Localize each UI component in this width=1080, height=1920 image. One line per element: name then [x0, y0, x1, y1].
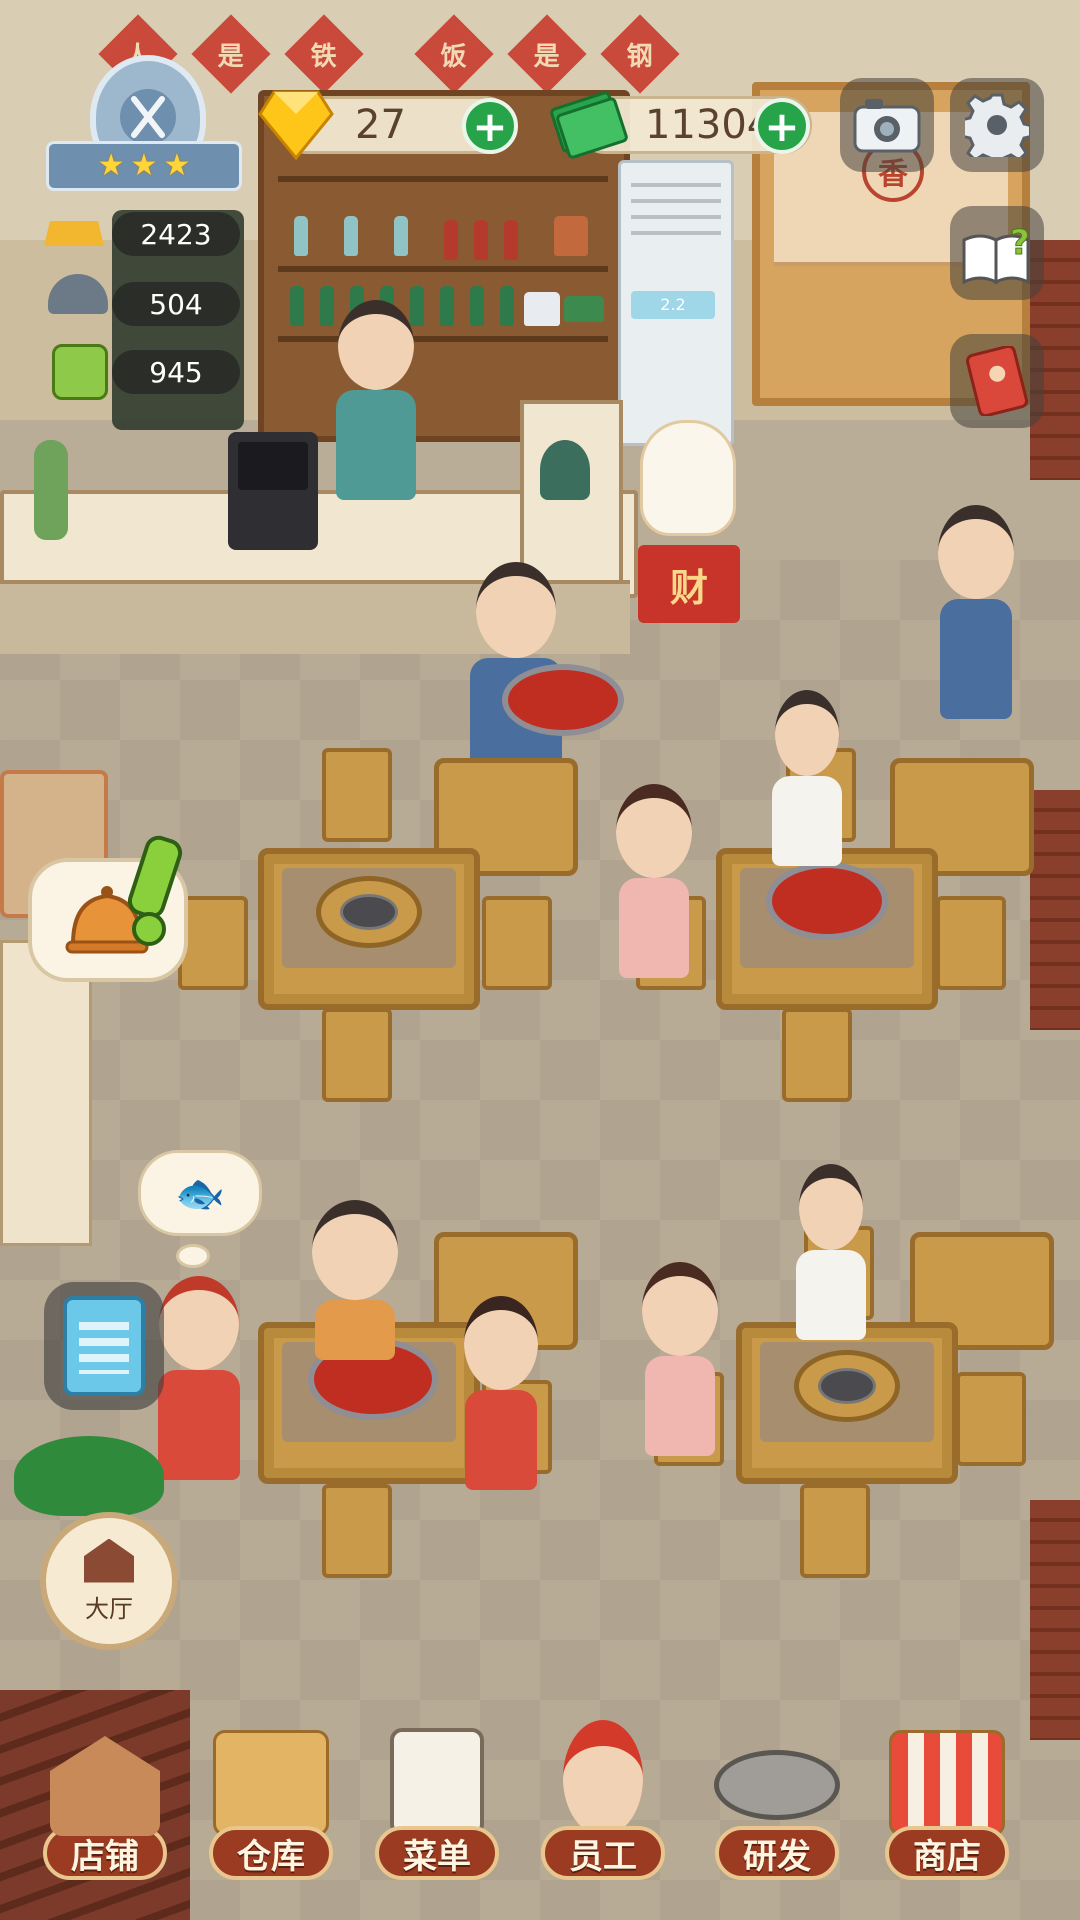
restaurant-rank-badge[interactable]: ★ ★ ★ — [46, 55, 242, 195]
chef-npc — [158, 1276, 240, 1480]
star-icon: ★ — [163, 148, 191, 183]
pillar — [1030, 1500, 1080, 1740]
air-conditioner: 2.2 — [618, 160, 734, 446]
help-book-button[interactable]: ? — [950, 206, 1044, 300]
camera-icon — [853, 99, 921, 153]
recipe-book-icon — [52, 344, 108, 400]
star-rating: ★ ★ ★ — [46, 141, 242, 191]
lucky-cat — [640, 420, 736, 536]
customer-npc — [642, 1262, 718, 1456]
red-book-icon — [965, 346, 1029, 416]
customer-npc — [464, 1296, 538, 1490]
nav-menu[interactable]: 菜单 — [362, 1700, 512, 1880]
aircon-display: 2.2 — [631, 291, 715, 319]
recipes-stat: 945 — [112, 350, 240, 394]
hall-button[interactable]: 大厅 — [40, 1512, 178, 1650]
fortune-box: 财 — [638, 545, 740, 623]
exclamation-dot — [132, 912, 166, 946]
shop-house-icon — [50, 1736, 160, 1836]
clipboard-icon — [63, 1296, 145, 1396]
gold-stat: 2423 — [112, 212, 240, 256]
box-icon — [213, 1730, 329, 1836]
hall-icon — [84, 1538, 134, 1583]
fish-order-thought: 🐟 — [138, 1150, 262, 1236]
dining-table-2[interactable] — [716, 848, 938, 1010]
flower-vase — [34, 440, 68, 540]
chair[interactable] — [936, 896, 1006, 990]
add-diamonds-button[interactable]: + — [462, 98, 518, 154]
fish-icon: 🐟 — [175, 1170, 225, 1217]
pillar — [1030, 790, 1080, 1030]
chair[interactable] — [800, 1484, 870, 1578]
staff-avatar-icon — [563, 1720, 643, 1836]
hall-label: 大厅 — [85, 1594, 133, 1623]
chair[interactable] — [482, 896, 552, 990]
task-book-button[interactable] — [950, 334, 1044, 428]
diamond-value: 27 — [355, 102, 406, 148]
nav-label: 商店 — [885, 1826, 1009, 1880]
condiment-cabinet — [0, 940, 92, 1246]
cash-register — [228, 432, 318, 550]
svg-text:?: ? — [1010, 223, 1030, 263]
fish-hotpot-tray — [502, 664, 624, 736]
nav-research[interactable]: 研发 — [702, 1700, 852, 1880]
help-book-icon: ? — [962, 223, 1030, 285]
host-npc — [938, 505, 1014, 719]
nav-label: 仓库 — [209, 1826, 333, 1880]
nav-shop[interactable]: 商店 — [872, 1700, 1022, 1880]
chair[interactable] — [322, 1484, 392, 1578]
star-icon: ★ — [97, 148, 125, 183]
chair[interactable] — [782, 1008, 852, 1102]
chair[interactable] — [178, 896, 248, 990]
shop-stall-icon — [889, 1730, 1005, 1836]
nav-store-front[interactable]: 店铺 — [30, 1700, 180, 1880]
chair[interactable] — [322, 748, 392, 842]
dishes-stat: 504 — [112, 282, 240, 326]
customer-npc — [312, 1200, 398, 1360]
chair[interactable] — [956, 1372, 1026, 1466]
nav-label: 菜单 — [375, 1826, 499, 1880]
dining-table-1[interactable] — [258, 848, 480, 1010]
wok-icon — [714, 1750, 840, 1820]
customer-npc — [796, 1164, 866, 1340]
customer-npc — [616, 784, 692, 978]
customer-npc — [772, 690, 842, 866]
cashier-npc — [336, 300, 416, 500]
settings-button[interactable] — [950, 78, 1044, 172]
dining-table-4[interactable] — [736, 1322, 958, 1484]
star-icon: ★ — [130, 148, 158, 183]
gear-icon — [965, 93, 1029, 157]
nav-staff[interactable]: 员工 — [528, 1700, 678, 1880]
potted-plant — [14, 1436, 164, 1516]
nav-label: 研发 — [715, 1826, 839, 1880]
checklist-icon — [390, 1728, 484, 1836]
nav-warehouse[interactable]: 仓库 — [196, 1700, 346, 1880]
chair[interactable] — [322, 1008, 392, 1102]
camera-button[interactable] — [840, 78, 934, 172]
add-cash-button[interactable]: + — [754, 98, 810, 154]
nav-label: 员工 — [541, 1826, 665, 1880]
thought-dot — [176, 1244, 210, 1268]
orders-clipboard-button[interactable] — [44, 1282, 164, 1410]
cash-icon — [548, 86, 628, 166]
diamond-icon — [258, 88, 334, 166]
desk-lamp — [540, 440, 590, 500]
